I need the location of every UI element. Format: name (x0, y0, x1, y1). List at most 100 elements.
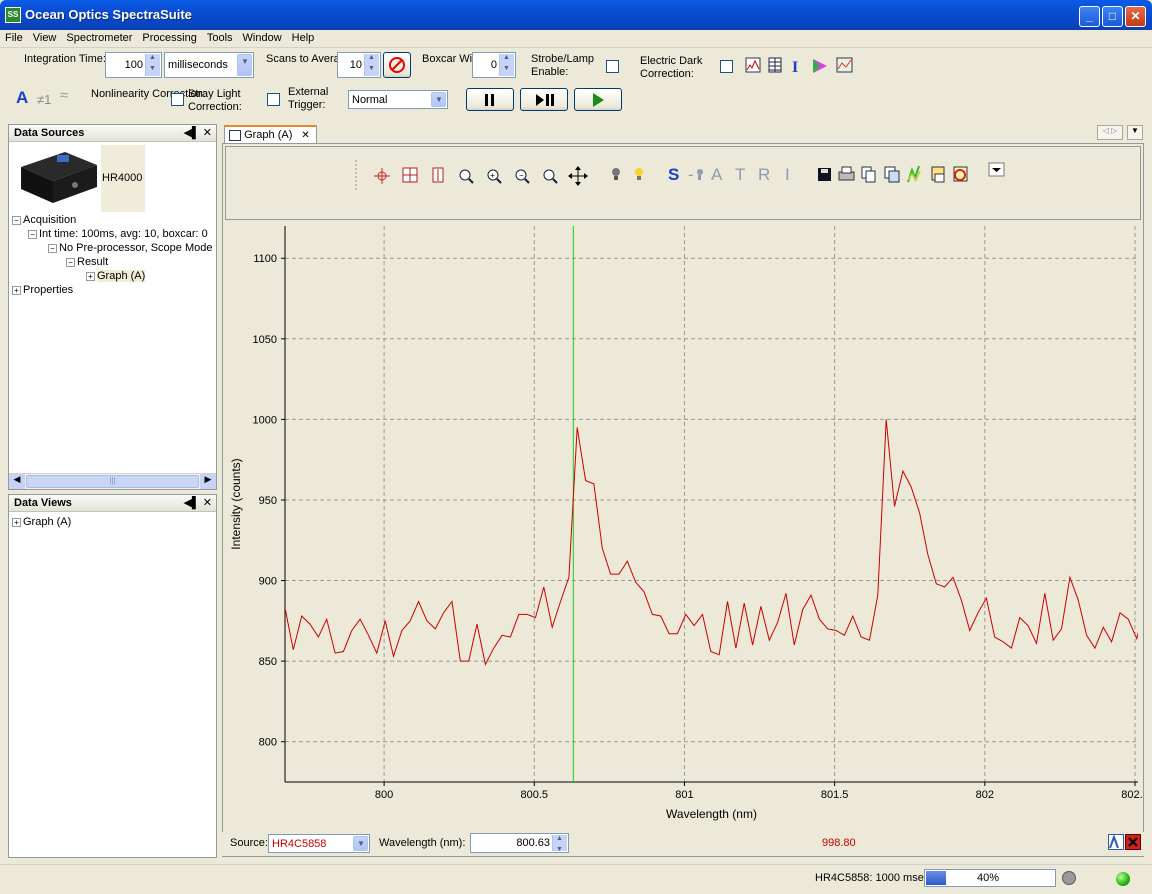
spectrum-graph-icon[interactable] (745, 57, 761, 73)
cancel-acquisition-icon[interactable] (1062, 871, 1076, 885)
graph-tool-icons: + − S-ATRI (355, 160, 1005, 192)
electric-dark-checkbox[interactable] (720, 60, 733, 73)
progress-label: 40% (977, 872, 1000, 884)
chart-panel-icon[interactable] (836, 57, 853, 73)
wave-icon[interactable]: ≈ (60, 88, 68, 103)
pan-icon[interactable] (568, 166, 588, 186)
tree-item[interactable]: − Acquisition (12, 214, 76, 226)
tree-item[interactable]: + Graph (A) (86, 270, 146, 282)
print-icon[interactable] (838, 166, 855, 181)
zoom-box-icon[interactable] (402, 167, 418, 183)
y-tick-label: 900 (259, 576, 277, 588)
menu-spectrometer[interactable]: Spectrometer (61, 30, 137, 44)
data-sources-panel: Data Sources ◀▌ ✕ HR4000 ◀ ||| ▶ − Acquisi… (8, 124, 217, 490)
intensity-readout: 998.80 (822, 837, 856, 849)
minimize-button[interactable]: _ (1079, 6, 1100, 27)
tree-toggle-icon[interactable]: + (12, 517, 21, 527)
tab-close-icon[interactable]: ✕ (301, 130, 309, 141)
close-peak-icon[interactable] (1125, 834, 1141, 850)
nonlinearity-checkbox[interactable] (171, 93, 184, 106)
horizontal-scrollbar[interactable]: ◀ ||| ▶ (9, 473, 216, 489)
zoom-out-icon[interactable]: − (515, 169, 530, 184)
graph-letter-buttons[interactable]: S-ATRI (668, 165, 790, 184)
tree-item-label: Result (77, 256, 109, 268)
stop-icon[interactable] (383, 52, 411, 78)
tree-item[interactable]: − Result (66, 256, 108, 268)
tree-item[interactable]: + Graph (A) (12, 516, 71, 528)
source-select[interactable]: HR4C5858 (268, 834, 370, 853)
copy-icon[interactable] (861, 166, 876, 183)
vertical-zoom-icon[interactable] (432, 167, 444, 183)
boxcar-width-spinner[interactable]: 0 (472, 52, 516, 78)
overlay-spectrum-icon[interactable] (907, 165, 921, 183)
svg-text:T: T (735, 165, 745, 184)
pause-button[interactable] (466, 88, 514, 111)
menu-tools[interactable]: Tools (202, 30, 238, 44)
maximize-button[interactable]: □ (1102, 6, 1123, 27)
nonlinearity-icon[interactable]: ≠1 (37, 93, 51, 106)
pause-icon (485, 94, 494, 106)
y-tick-label: 1100 (253, 253, 277, 265)
electric-dark-label: Electric Dark Correction: (640, 55, 703, 80)
text-cursor-icon[interactable]: I (792, 59, 798, 75)
play-button[interactable] (574, 88, 622, 111)
y-tick-label: 950 (259, 495, 277, 507)
auto-scale-a-icon[interactable]: A (16, 89, 28, 106)
lamp-on-icon[interactable] (635, 168, 643, 180)
integration-time-label: Integration Time: (24, 53, 106, 65)
trigger-mode-select[interactable]: Normal (348, 90, 448, 109)
menu-window[interactable]: Window (238, 30, 287, 44)
svg-text:+: + (490, 171, 495, 180)
zoom-reset-icon[interactable] (543, 169, 558, 184)
graph-toolbar-dropdown-icon[interactable] (988, 162, 1005, 177)
menu-file[interactable]: File (0, 30, 28, 44)
spectrum-chart[interactable]: 800 800.5 801 801.5 802 802.5 800 850 900 950 1000… (224, 222, 1142, 832)
menu-view[interactable]: View (28, 30, 62, 44)
close-button[interactable]: ✕ (1125, 6, 1146, 27)
menu-processing[interactable]: Processing (137, 30, 201, 44)
zoom-in-icon[interactable]: + (487, 169, 502, 184)
panel-controls-icon[interactable]: ◀▌ ✕ (183, 126, 212, 139)
spectrometer-device-image (21, 152, 97, 203)
peak-find-icon[interactable] (1108, 834, 1124, 850)
color-prism-icon[interactable] (813, 59, 827, 73)
integration-time-spinner[interactable]: 100 (105, 52, 162, 78)
zoom-fit-icon[interactable] (459, 169, 474, 184)
menu-help[interactable]: Help (287, 30, 320, 44)
scans-to-average-spinner[interactable]: 10 (337, 52, 381, 78)
tree-toggle-icon[interactable]: + (86, 271, 95, 281)
tab-graph-a[interactable]: Graph (A) ✕ (224, 125, 317, 144)
tab-scroll-icon[interactable]: ◁ ▷ (1097, 125, 1123, 140)
integration-unit-select[interactable]: milliseconds (164, 52, 254, 78)
lamp-off-icon[interactable] (612, 168, 620, 180)
step-icon (536, 94, 554, 106)
tree-toggle-icon[interactable]: + (12, 285, 21, 295)
tree-item[interactable]: − No Pre-processor, Scope Mode (48, 242, 212, 254)
status-text: HR4C5858: 1000 msec (815, 872, 930, 884)
tree-toggle-icon[interactable]: − (28, 229, 37, 239)
tab-menu-icon[interactable]: ▼ (1127, 125, 1143, 140)
crosshair-icon[interactable] (374, 168, 390, 184)
step-button[interactable] (520, 88, 568, 111)
tree-item[interactable]: + Properties (12, 284, 73, 296)
panel-controls-icon[interactable]: ◀▌ ✕ (183, 496, 212, 509)
delete-spectrum-icon[interactable] (953, 166, 968, 182)
table-view-icon[interactable] (768, 57, 782, 73)
export-icon[interactable] (931, 166, 945, 183)
svg-text:I: I (792, 59, 798, 75)
svg-text:S: S (668, 165, 679, 184)
title-bar: SS Ocean Optics SpectraSuite _ □ ✕ (0, 0, 1152, 30)
copy-graph-icon[interactable] (884, 166, 900, 183)
source-label: Source: (230, 837, 268, 849)
strobe-lamp-checkbox[interactable] (606, 60, 619, 73)
svg-text:R: R (758, 165, 770, 184)
tree-toggle-icon[interactable]: − (48, 243, 57, 253)
tree-toggle-icon[interactable]: − (66, 257, 75, 267)
tree-item[interactable]: − Int time: 100ms, avg: 10, boxcar: 0 (28, 228, 208, 240)
y-tick-label: 850 (259, 656, 277, 668)
tree-toggle-icon[interactable]: − (12, 215, 21, 225)
save-icon[interactable] (818, 168, 831, 181)
progress-fill (926, 871, 946, 885)
wavelength-spinner[interactable]: 800.63 (470, 833, 569, 853)
stray-light-checkbox[interactable] (267, 93, 280, 106)
